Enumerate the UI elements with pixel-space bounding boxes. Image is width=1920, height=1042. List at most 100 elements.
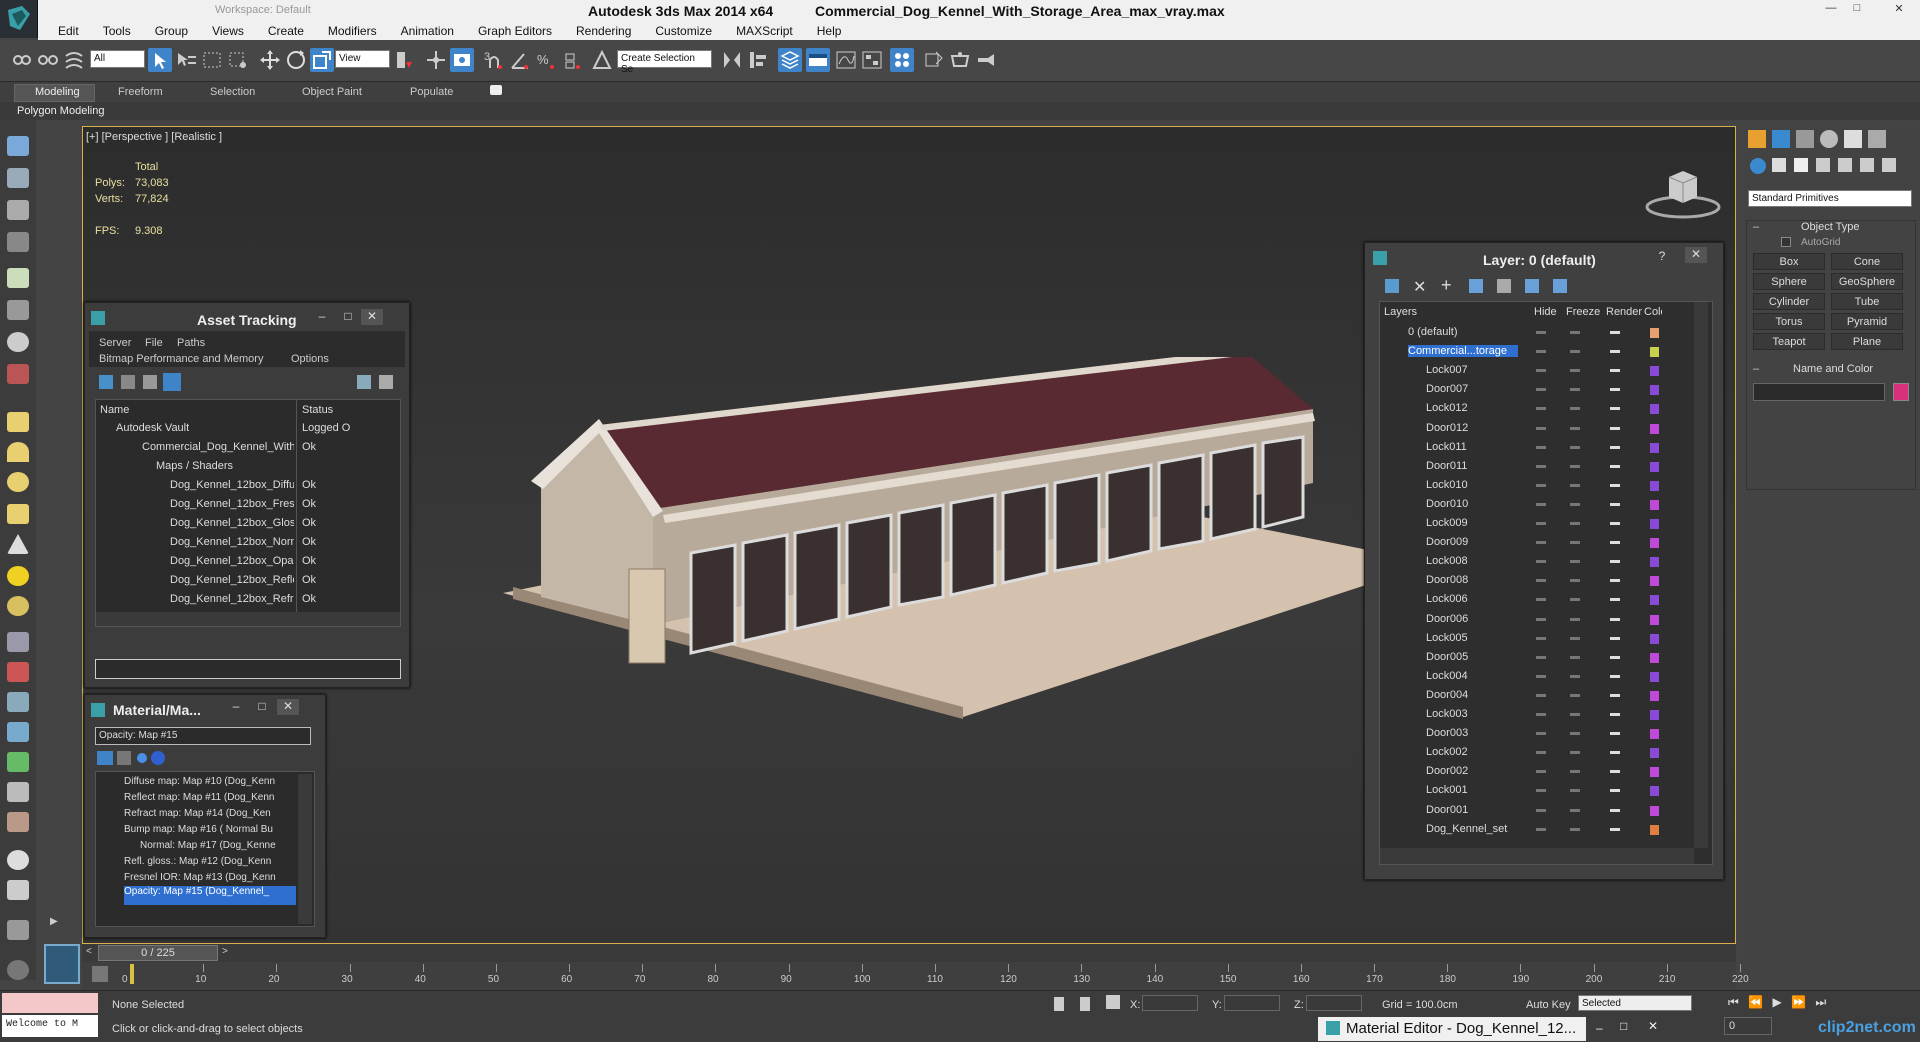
- layer-row[interactable]: Lock011: [1380, 439, 1692, 458]
- asset-horizontal-scrollbar[interactable]: [96, 612, 400, 626]
- render-toggle[interactable]: [1610, 541, 1620, 545]
- align-icon[interactable]: [746, 48, 770, 72]
- matmap-tree-icon[interactable]: [117, 751, 131, 765]
- hide-toggle[interactable]: [1536, 331, 1546, 334]
- asset-help-icon[interactable]: [357, 375, 371, 389]
- workspace-selector[interactable]: Workspace: Default: [215, 4, 311, 16]
- hide-toggle[interactable]: [1536, 693, 1546, 697]
- asset-menu-options[interactable]: Options: [291, 353, 329, 365]
- layer-row[interactable]: Dog_Kennel_set: [1380, 821, 1692, 840]
- dog-kennel-model[interactable]: [503, 357, 1443, 817]
- asset-row[interactable]: Dog_Kennel_12box_Glossi...: [170, 517, 294, 536]
- render-toggle[interactable]: [1610, 388, 1620, 392]
- render-toggle[interactable]: [1610, 789, 1620, 793]
- torus-button[interactable]: Torus: [1753, 313, 1825, 330]
- curve-editor-icon[interactable]: [834, 48, 858, 72]
- camera-icon[interactable]: [7, 168, 29, 188]
- layer-color-swatch[interactable]: [1650, 423, 1659, 434]
- render-toggle[interactable]: [1610, 598, 1620, 602]
- menu-group[interactable]: Group: [143, 22, 200, 40]
- z-coordinate-field[interactable]: [1306, 995, 1362, 1011]
- render-toggle[interactable]: [1610, 674, 1620, 678]
- layer-color-swatch[interactable]: [1650, 461, 1659, 472]
- layer-row[interactable]: Door012: [1380, 420, 1692, 439]
- render-toggle[interactable]: [1610, 808, 1620, 812]
- time-slider-thumb[interactable]: 0 / 225: [98, 945, 218, 961]
- menu-rendering[interactable]: Rendering: [564, 22, 643, 40]
- freeze-toggle[interactable]: [1570, 331, 1580, 334]
- layer-row[interactable]: Lock010: [1380, 477, 1692, 496]
- menu-maxscript[interactable]: MAXScript: [724, 22, 805, 40]
- layer-color-swatch[interactable]: [1650, 614, 1659, 625]
- freeze-toggle[interactable]: [1570, 751, 1580, 755]
- layer-color-swatch[interactable]: [1650, 576, 1659, 587]
- highlight-layer-icon[interactable]: [1497, 279, 1511, 293]
- map-row-selected[interactable]: Opacity: Map #15 (Dog_Kennel_: [124, 886, 296, 905]
- render-toggle[interactable]: [1610, 751, 1620, 755]
- hide-toggle[interactable]: [1536, 522, 1546, 525]
- layer-vertical-scrollbar[interactable]: [1694, 302, 1708, 848]
- layer-color-swatch[interactable]: [1650, 442, 1659, 453]
- menu-help[interactable]: Help: [805, 22, 854, 40]
- layer-color-swatch[interactable]: [1650, 404, 1659, 415]
- next-key-icon[interactable]: ⏩: [1791, 995, 1806, 1009]
- asset-row[interactable]: Maps / Shaders: [156, 460, 294, 479]
- schematic-view-icon[interactable]: [860, 48, 884, 72]
- maxscript-listener-input[interactable]: Welcome to M: [2, 1015, 98, 1037]
- light-bulb-icon[interactable]: [7, 268, 29, 288]
- layer-row[interactable]: Lock002: [1380, 744, 1692, 763]
- asset-menu-paths[interactable]: Paths: [177, 337, 205, 349]
- next-frame-icon[interactable]: >: [222, 946, 234, 960]
- freeze-toggle[interactable]: [1570, 655, 1580, 659]
- menu-animation[interactable]: Animation: [389, 22, 466, 40]
- hide-toggle[interactable]: [1536, 789, 1546, 793]
- layer-row[interactable]: Door004: [1380, 687, 1692, 706]
- percent-snap-icon[interactable]: %: [534, 48, 558, 72]
- hide-toggle[interactable]: [1536, 464, 1546, 468]
- sphere-icon[interactable]: [7, 596, 29, 616]
- render-toggle[interactable]: [1610, 483, 1620, 487]
- select-manipulate-icon[interactable]: [424, 48, 448, 72]
- layer-color-swatch[interactable]: [1650, 824, 1659, 835]
- key-filter-dropdown[interactable]: Selected: [1578, 995, 1692, 1011]
- ribbon-options-icon[interactable]: [490, 85, 502, 95]
- matmap-maximize-icon[interactable]: □: [251, 699, 273, 715]
- bind-spacewarp-icon[interactable]: [62, 48, 86, 72]
- angle-snap-icon[interactable]: [508, 48, 532, 72]
- render-toggle[interactable]: [1610, 770, 1620, 774]
- freeze-toggle[interactable]: [1570, 617, 1580, 621]
- freeze-toggle[interactable]: [1570, 713, 1580, 716]
- padlock-icon[interactable]: [1080, 997, 1090, 1011]
- plant-icon[interactable]: [7, 752, 29, 772]
- freeze-toggle[interactable]: [1570, 350, 1580, 354]
- layer-row[interactable]: Lock012: [1380, 400, 1692, 419]
- link-icon[interactable]: [10, 48, 34, 72]
- menu-views[interactable]: Views: [200, 22, 256, 40]
- particles-icon[interactable]: [7, 364, 29, 384]
- lights-icon[interactable]: [1794, 158, 1808, 172]
- table-view-icon[interactable]: [163, 373, 181, 391]
- script-icon[interactable]: [7, 920, 29, 940]
- freeze-toggle[interactable]: [1570, 541, 1580, 545]
- wave-icon[interactable]: [7, 504, 29, 524]
- sphere-button[interactable]: Sphere: [1753, 273, 1825, 290]
- window-crossing-icon[interactable]: [226, 48, 250, 72]
- spinner-snap-icon[interactable]: [560, 48, 584, 72]
- asset-menu-file[interactable]: File: [145, 337, 163, 349]
- asset-menu-bitmap-performance[interactable]: Bitmap Performance and Memory: [99, 353, 263, 365]
- layer-color-swatch[interactable]: [1650, 328, 1659, 338]
- maximize-icon[interactable]: □: [1848, 2, 1866, 18]
- cylinder-button[interactable]: Cylinder: [1753, 293, 1825, 310]
- layer-row[interactable]: Lock007: [1380, 362, 1692, 381]
- hide-toggle[interactable]: [1536, 617, 1546, 621]
- utilities-tab-icon[interactable]: [1868, 130, 1886, 148]
- unlink-icon[interactable]: [36, 48, 60, 72]
- freeze-toggle[interactable]: [1570, 426, 1580, 430]
- layer-color-swatch[interactable]: [1650, 519, 1659, 529]
- plane-button[interactable]: Plane: [1831, 333, 1903, 350]
- render-toggle[interactable]: [1610, 369, 1620, 373]
- render-toggle[interactable]: [1610, 636, 1620, 640]
- layer-color-swatch[interactable]: [1650, 595, 1659, 606]
- freeze-toggle[interactable]: [1570, 445, 1580, 449]
- box-primitive-icon[interactable]: [7, 412, 29, 432]
